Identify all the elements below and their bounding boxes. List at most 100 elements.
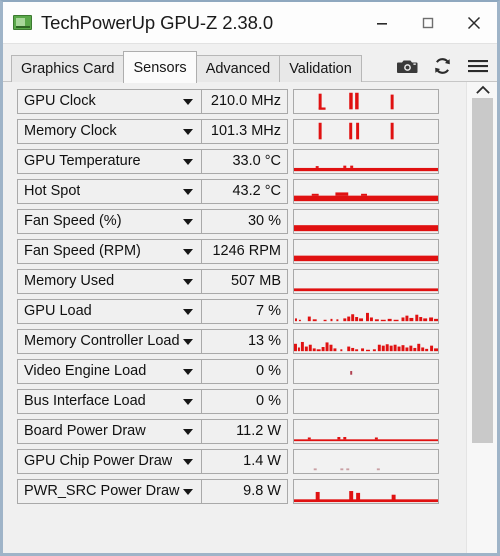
sensor-value-cell: 0 % <box>202 388 288 414</box>
sensor-graph-memory-controller-load <box>293 328 439 354</box>
sensor-value-cell: 210.0 MHz <box>202 88 288 114</box>
chevron-up-icon[interactable] <box>467 82 497 98</box>
sensor-graph-memory-used <box>293 268 439 294</box>
sensor-label: Hot Spot <box>24 183 81 199</box>
refresh-icon[interactable] <box>433 57 452 75</box>
sensor-select-fan-speed-percent[interactable]: Fan Speed (%) <box>17 208 202 234</box>
sensor-value: 0 % <box>256 363 281 379</box>
sensor-label: Video Engine Load <box>24 363 147 379</box>
sensor-value: 11.2 W <box>236 423 281 439</box>
sensor-row: Memory Used 507 MB <box>17 266 466 296</box>
window-title: TechPowerUp GPU-Z 2.38.0 <box>41 11 274 33</box>
sensor-row: Hot Spot 43.2 °C <box>17 176 466 206</box>
sensor-row: GPU Clock 210.0 MHz <box>17 86 466 116</box>
sensor-select-gpu-temperature[interactable]: GPU Temperature <box>17 148 202 174</box>
sensor-select-hot-spot[interactable]: Hot Spot <box>17 178 202 204</box>
tab-label: Validation <box>289 61 352 77</box>
sensor-label: Bus Interface Load <box>24 393 146 409</box>
scrollbar-thumb[interactable] <box>472 98 493 443</box>
sensor-graph-gpu-chip-power-draw <box>293 448 439 474</box>
sensor-select-gpu-clock[interactable]: GPU Clock <box>17 88 202 114</box>
sensor-row: GPU Load 7 % <box>17 296 466 326</box>
tab-label: Sensors <box>133 59 187 76</box>
window-controls <box>359 2 497 44</box>
sensor-value: 43.2 °C <box>232 183 281 199</box>
sensor-row: PWR_SRC Power Draw 9.8 W <box>17 476 466 506</box>
chevron-down-icon <box>183 399 193 405</box>
sensor-row: Memory Controller Load 13 % <box>17 326 466 356</box>
sensor-label: Fan Speed (%) <box>24 213 122 229</box>
chevron-down-icon <box>183 189 193 195</box>
tab-validation[interactable]: Validation <box>279 55 362 82</box>
sensor-value-cell: 9.8 W <box>202 478 288 504</box>
tab-label: Graphics Card <box>21 61 115 77</box>
sensor-value: 13 % <box>247 333 281 349</box>
sensor-graph-video-engine-load <box>293 358 439 384</box>
sensor-label: Fan Speed (RPM) <box>24 243 141 259</box>
chevron-down-icon <box>183 309 193 315</box>
sensor-label: GPU Chip Power Draw <box>24 453 173 469</box>
tab-sensors[interactable]: Sensors <box>123 51 197 83</box>
sensor-value: 7 % <box>256 303 281 319</box>
sensor-graph-fan-speed-rpm <box>293 238 439 264</box>
sensor-label: GPU Clock <box>24 93 96 109</box>
chevron-down-icon <box>183 219 193 225</box>
sensor-value-cell: 1246 RPM <box>202 238 288 264</box>
sensor-label: GPU Temperature <box>24 153 141 169</box>
sensor-value: 101.3 MHz <box>210 123 281 139</box>
sensor-select-video-engine-load[interactable]: Video Engine Load <box>17 358 202 384</box>
camera-icon[interactable] <box>397 58 418 74</box>
sensor-select-gpu-chip-power-draw[interactable]: GPU Chip Power Draw <box>17 448 202 474</box>
sensor-value-cell: 101.3 MHz <box>202 118 288 144</box>
sensor-select-fan-speed-rpm[interactable]: Fan Speed (RPM) <box>17 238 202 264</box>
sensor-graph-pwr-src-power-draw <box>293 478 439 504</box>
title-bar: TechPowerUp GPU-Z 2.38.0 <box>3 2 497 44</box>
sensor-select-memory-controller-load[interactable]: Memory Controller Load <box>17 328 202 354</box>
tab-graphics-card[interactable]: Graphics Card <box>11 55 125 82</box>
tab-label: Advanced <box>205 61 271 77</box>
sensor-label: PWR_SRC Power Draw <box>24 483 180 499</box>
sensor-select-memory-clock[interactable]: Memory Clock <box>17 118 202 144</box>
toolbar <box>397 57 489 75</box>
sensor-select-bus-interface-load[interactable]: Bus Interface Load <box>17 388 202 414</box>
sensor-value-cell: 1.4 W <box>202 448 288 474</box>
sensor-value: 33.0 °C <box>232 153 281 169</box>
tab-advanced[interactable]: Advanced <box>195 55 281 82</box>
sensor-graph-gpu-temperature <box>293 148 439 174</box>
sensor-graph-board-power-draw <box>293 418 439 444</box>
chevron-down-icon <box>183 489 193 495</box>
chevron-down-icon <box>183 129 193 135</box>
sensor-row: GPU Temperature 33.0 °C <box>17 146 466 176</box>
sensor-select-board-power-draw[interactable]: Board Power Draw <box>17 418 202 444</box>
sensor-label: GPU Load <box>24 303 92 319</box>
sensor-value-cell: 507 MB <box>202 268 288 294</box>
chevron-down-icon <box>183 159 193 165</box>
hamburger-menu-icon[interactable] <box>467 58 489 74</box>
scrollbar-track[interactable] <box>467 98 497 553</box>
sensor-value: 30 % <box>247 213 281 229</box>
maximize-button[interactable] <box>405 2 451 44</box>
sensor-row: Bus Interface Load 0 % <box>17 386 466 416</box>
minimize-button[interactable] <box>359 2 405 44</box>
chevron-down-icon <box>183 339 193 345</box>
sensor-graph-hot-spot <box>293 178 439 204</box>
sensor-select-memory-used[interactable]: Memory Used <box>17 268 202 294</box>
sensor-value-cell: 0 % <box>202 358 288 384</box>
sensor-value: 0 % <box>256 393 281 409</box>
sensor-row: GPU Chip Power Draw 1.4 W <box>17 446 466 476</box>
sensor-label: Memory Clock <box>24 123 117 139</box>
sensor-value-cell: 11.2 W <box>202 418 288 444</box>
sensor-label: Memory Used <box>24 273 115 289</box>
close-button[interactable] <box>451 2 497 44</box>
sensor-graph-fan-speed-percent <box>293 208 439 234</box>
sensor-graph-memory-clock <box>293 118 439 144</box>
sensor-select-gpu-load[interactable]: GPU Load <box>17 298 202 324</box>
scrollbar[interactable] <box>466 82 497 553</box>
chevron-down-icon <box>183 429 193 435</box>
sensor-value-cell: 43.2 °C <box>202 178 288 204</box>
sensor-rows: GPU Clock 210.0 MHz Memory Clock 101.3 M… <box>3 82 466 553</box>
sensor-select-pwr-src-power-draw[interactable]: PWR_SRC Power Draw <box>17 478 202 504</box>
sensor-graph-gpu-clock <box>293 88 439 114</box>
sensor-graph-gpu-load <box>293 298 439 324</box>
sensor-value-cell: 33.0 °C <box>202 148 288 174</box>
